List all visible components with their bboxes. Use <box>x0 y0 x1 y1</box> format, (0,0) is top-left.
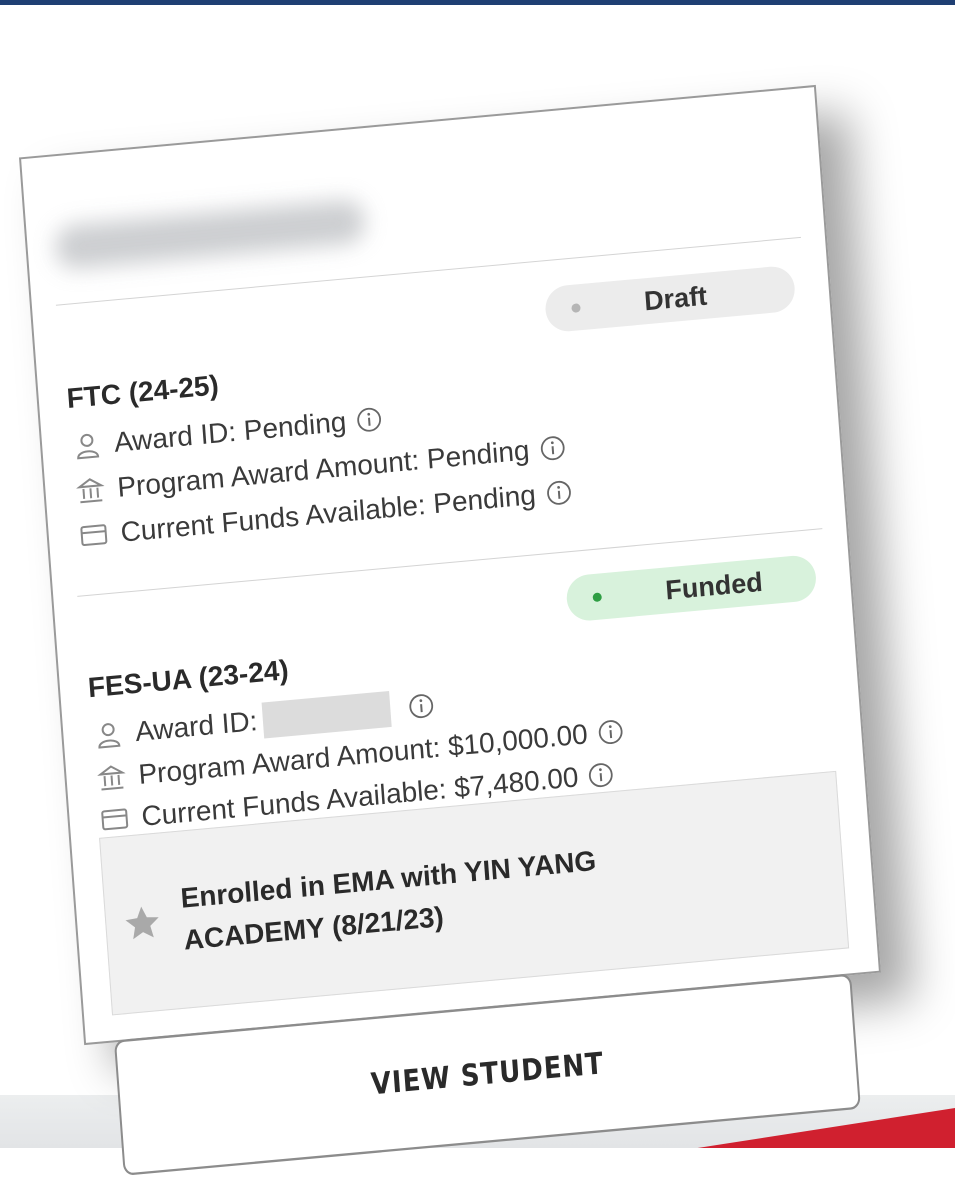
status-badge-label: Funded <box>664 566 764 606</box>
award-id-label: Award ID: <box>134 705 259 748</box>
credit-card-icon <box>78 519 110 552</box>
info-icon[interactable] <box>538 434 566 462</box>
award-id-label: Award ID: <box>112 415 238 458</box>
top-accent-bar <box>0 0 955 5</box>
person-icon <box>71 429 103 462</box>
program-title: FTC (24-25) <box>65 369 220 415</box>
status-badge-draft: Draft <box>543 264 797 334</box>
star-icon <box>121 902 164 946</box>
status-badge-label: Draft <box>643 280 709 316</box>
info-icon[interactable] <box>597 718 625 746</box>
status-dot <box>571 302 581 313</box>
info-icon[interactable] <box>355 406 383 434</box>
program-title: FES-UA (23-24) <box>86 654 290 704</box>
status-dot <box>592 591 603 602</box>
award-id-redacted <box>261 690 393 739</box>
award-id-value: Pending <box>242 405 348 447</box>
bank-icon <box>96 761 128 794</box>
enrollment-text: Enrolled in EMA with YIN YANG ACADEMY (8… <box>179 844 598 956</box>
credit-card-icon <box>99 803 131 836</box>
info-icon[interactable] <box>545 479 573 507</box>
info-icon[interactable] <box>408 692 436 720</box>
program-section-ftc: Draft FTC (24-25) Award ID: Pending Prog… <box>62 264 817 570</box>
status-badge-funded: Funded <box>565 553 818 623</box>
person-icon <box>92 718 124 751</box>
info-icon[interactable] <box>587 761 615 789</box>
student-card: Draft FTC (24-25) Award ID: Pending Prog… <box>18 84 882 1176</box>
student-name-blurred <box>54 198 367 271</box>
bank-icon <box>75 474 107 507</box>
program-section-fes-ua: Funded FES-UA (23-24) Award ID: Program … <box>83 553 861 1179</box>
